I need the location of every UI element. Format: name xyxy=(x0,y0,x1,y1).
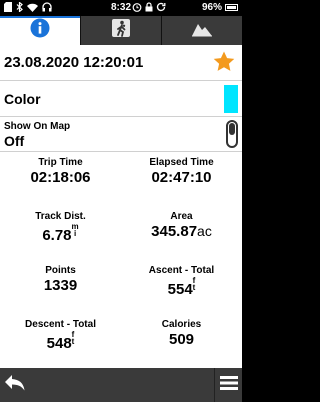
track-stats-grid: Trip Time 02:18:06 Elapsed Time 02:47:10… xyxy=(0,152,242,368)
stat-label: Trip Time xyxy=(38,157,83,168)
track-date-row[interactable]: 23.08.2020 12:20:01 xyxy=(0,45,242,81)
show-on-map-row[interactable]: Show On Map Off xyxy=(0,117,242,152)
color-label: Color xyxy=(4,91,41,107)
tab-info[interactable] xyxy=(0,16,81,45)
stat-unit: ac xyxy=(197,223,212,239)
track-color-row[interactable]: Color xyxy=(0,81,242,117)
stat-label: Descent - Total xyxy=(25,319,96,330)
tab-activity[interactable] xyxy=(81,16,162,45)
favorite-star-icon[interactable] xyxy=(212,50,236,74)
tab-bar xyxy=(0,16,242,45)
status-right-icons xyxy=(132,2,166,15)
stat-unit: ft xyxy=(192,276,196,292)
stat-value: 6.78m i xyxy=(42,222,79,245)
stat-label: Ascent - Total xyxy=(148,265,215,276)
bottom-bar xyxy=(0,368,242,402)
stat-calories: Calories 509 xyxy=(121,314,242,368)
status-bar: 8:32 96% xyxy=(0,0,242,16)
stat-value: 02:18:06 xyxy=(30,169,91,186)
show-on-map-label: Show On Map xyxy=(4,121,71,132)
stat-value: 554f t xyxy=(167,276,196,299)
show-on-map-toggle[interactable] xyxy=(226,120,238,148)
stat-label: Elapsed Time xyxy=(149,157,214,168)
stat-descent-total: Descent - Total 548f t xyxy=(0,314,121,368)
menu-button[interactable] xyxy=(214,368,242,402)
stat-area: Area 345.87ac xyxy=(121,206,242,260)
elevation-profile-icon xyxy=(191,19,213,42)
stat-track-distance: Track Dist. 6.78m i xyxy=(0,206,121,260)
stat-value: 02:47:10 xyxy=(151,169,212,186)
info-icon xyxy=(30,18,50,43)
stat-label: Calories xyxy=(161,319,202,330)
stat-value: 509 xyxy=(168,331,195,348)
back-arrow-icon xyxy=(4,374,26,397)
show-on-map-value: Off xyxy=(4,133,25,149)
hamburger-menu-icon xyxy=(219,374,238,397)
battery-percent: 96% xyxy=(201,2,222,13)
garmin-track-details-screen: 8:32 96% 23.08.2020 12:20:01 Color Show … xyxy=(0,0,242,402)
alarm-icon xyxy=(132,2,142,15)
stat-points: Points 1339 xyxy=(0,260,121,314)
stat-trip-time: Trip Time 02:18:06 xyxy=(0,152,121,206)
stat-label: Track Dist. xyxy=(35,211,86,222)
stat-value: 345.87ac xyxy=(151,223,212,240)
stat-label: Area xyxy=(170,211,193,222)
stat-value: 1339 xyxy=(43,277,78,294)
back-button[interactable] xyxy=(0,368,30,402)
stat-label: Points xyxy=(45,265,76,276)
track-date: 23.08.2020 12:20:01 xyxy=(4,54,144,71)
stat-elapsed-time: Elapsed Time 02:47:10 xyxy=(121,152,242,206)
stat-unit: mi xyxy=(71,222,79,238)
stat-ascent-total: Ascent - Total 554f t xyxy=(121,260,242,314)
battery-icon xyxy=(225,4,238,11)
refresh-icon xyxy=(156,2,166,15)
stat-value: 548f t xyxy=(46,330,75,353)
hiker-icon xyxy=(111,18,131,43)
color-swatch[interactable] xyxy=(224,85,238,113)
lock-icon xyxy=(145,2,153,15)
tab-elevation[interactable] xyxy=(162,16,242,45)
stat-unit: ft xyxy=(71,330,75,346)
